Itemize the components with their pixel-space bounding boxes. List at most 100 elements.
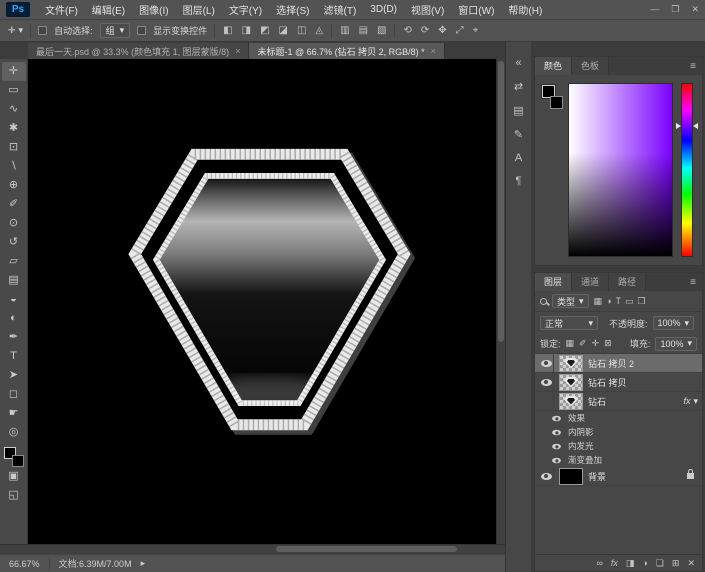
link-layers-icon[interactable]: ∞: [596, 558, 602, 568]
lock-all-icon[interactable]: ⊠: [604, 338, 612, 349]
align-left-icon[interactable]: ◧: [222, 25, 233, 36]
dock-character-panel-icon[interactable]: A: [515, 152, 522, 164]
effect-name[interactable]: 内发光: [568, 440, 594, 452]
effect-name[interactable]: 渐变叠加: [568, 454, 602, 466]
marquee-tool[interactable]: ▭: [2, 81, 26, 100]
eyedropper-tool[interactable]: ∖: [2, 157, 26, 176]
visibility-toggle[interactable]: [539, 373, 554, 391]
tab-layers[interactable]: 图层: [535, 273, 572, 291]
distribute-v-icon[interactable]: ▤: [358, 25, 369, 36]
lock-transparency-icon[interactable]: ▦: [566, 338, 575, 349]
menu-view[interactable]: 视图(V): [404, 2, 451, 17]
crop-tool[interactable]: ⊡: [2, 138, 26, 157]
lock-pixels-icon[interactable]: ✐: [579, 338, 587, 349]
move-tool[interactable]: ✛: [2, 62, 26, 81]
vertical-scrollbar-thumb[interactable]: [498, 61, 504, 342]
3d-rotate-icon[interactable]: ⟲: [402, 25, 412, 36]
brush-tool[interactable]: ✐: [2, 195, 26, 214]
hue-slider-right-arrow[interactable]: [693, 123, 698, 129]
visibility-toggle[interactable]: [549, 425, 563, 439]
align-center-h-icon[interactable]: ◨: [241, 25, 252, 36]
layer-style-badge[interactable]: fx ▾: [683, 396, 698, 407]
3d-drag-icon[interactable]: ✥: [437, 25, 447, 36]
layer-name[interactable]: 背景: [588, 470, 682, 483]
hue-ramp[interactable]: [679, 83, 695, 257]
menu-type[interactable]: 文字(Y): [222, 2, 269, 17]
effect-name[interactable]: 内阴影: [568, 426, 594, 438]
tab-color[interactable]: 颜色: [535, 57, 572, 75]
layer-name[interactable]: 钻石: [588, 395, 678, 408]
hue-slider-left-arrow[interactable]: [676, 123, 681, 129]
layer-row-diamond[interactable]: 钻石 fx ▾: [535, 392, 702, 411]
vertical-scrollbar[interactable]: [496, 59, 505, 544]
dock-history-icon[interactable]: ⇄: [514, 80, 523, 93]
tab-swatches[interactable]: 色板: [572, 57, 609, 75]
align-top-icon[interactable]: ◪: [278, 25, 289, 36]
background-color-swatch[interactable]: [550, 96, 563, 109]
filter-smart-object-icon[interactable]: ❒: [638, 296, 646, 307]
rectangle-tool[interactable]: ◻: [2, 385, 26, 404]
path-selection-tool[interactable]: ➤: [2, 366, 26, 385]
quick-selection-tool[interactable]: ✱: [2, 119, 26, 138]
status-flyout-icon[interactable]: ▸: [141, 558, 146, 569]
new-layer-icon[interactable]: ⊞: [672, 558, 680, 569]
panel-menu-icon[interactable]: ≡: [684, 277, 702, 291]
tab-paths[interactable]: 路径: [609, 273, 646, 291]
blend-mode-dropdown[interactable]: 正常 ▾: [540, 316, 598, 330]
layer-style-icon[interactable]: fx: [611, 558, 618, 568]
hue-gradient-bar[interactable]: [681, 83, 693, 257]
align-center-v-icon[interactable]: ◫: [296, 25, 307, 36]
menu-edit[interactable]: 编辑(E): [85, 2, 132, 17]
layer-name[interactable]: 钻石 拷贝 2: [588, 357, 698, 370]
horizontal-scrollbar-track[interactable]: [28, 545, 505, 554]
dock-properties-icon[interactable]: ▤: [513, 104, 523, 117]
close-tab-icon[interactable]: ×: [431, 46, 436, 56]
healing-brush-tool[interactable]: ⊕: [2, 176, 26, 195]
filter-pixel-icon[interactable]: ▦: [594, 296, 603, 307]
tab-channels[interactable]: 通道: [572, 273, 609, 291]
menu-select[interactable]: 选择(S): [269, 2, 316, 17]
horizontal-scrollbar[interactable]: [0, 544, 505, 554]
layer-thumbnail[interactable]: [559, 393, 583, 410]
close-tab-icon[interactable]: ×: [235, 46, 240, 56]
auto-select-checkbox[interactable]: [38, 26, 47, 35]
align-bottom-icon[interactable]: ◬: [314, 25, 324, 36]
canvas[interactable]: [28, 59, 496, 544]
lock-position-icon[interactable]: ✛: [592, 338, 600, 349]
background-color-swatch[interactable]: [12, 455, 24, 467]
effects-header-row[interactable]: 效果: [535, 411, 702, 425]
visibility-toggle[interactable]: [549, 411, 563, 425]
new-group-icon[interactable]: ❏: [656, 558, 664, 569]
screen-mode-button[interactable]: ◱: [2, 486, 26, 505]
visibility-toggle[interactable]: [549, 439, 563, 453]
effect-inner-shadow-row[interactable]: 内阴影: [535, 425, 702, 439]
filter-adjustment-icon[interactable]: ◑: [606, 296, 611, 307]
adjustment-layer-icon[interactable]: ◑: [642, 558, 647, 568]
3d-scale-icon[interactable]: ⌖: [472, 25, 480, 36]
visibility-toggle[interactable]: [539, 467, 554, 485]
3d-slide-icon[interactable]: ⤢: [455, 25, 465, 36]
menu-layer[interactable]: 图层(L): [176, 2, 222, 17]
document-tab-active[interactable]: 未标题-1 @ 66.7% (钻石 拷贝 2, RGB/8) * ×: [249, 43, 444, 59]
dock-brush-icon[interactable]: ✎: [514, 128, 523, 141]
zoom-tool[interactable]: ◎: [2, 423, 26, 442]
visibility-toggle[interactable]: [539, 392, 554, 410]
pen-tool[interactable]: ✒: [2, 328, 26, 347]
add-layer-mask-icon[interactable]: ◨: [626, 558, 635, 569]
clone-stamp-tool[interactable]: ⊙: [2, 214, 26, 233]
horizontal-scrollbar-thumb[interactable]: [276, 546, 457, 552]
filter-shape-icon[interactable]: ▭: [625, 296, 634, 307]
collapse-dock-icon[interactable]: «: [515, 57, 521, 69]
visibility-toggle[interactable]: [549, 453, 563, 467]
menu-window[interactable]: 窗口(W): [451, 2, 501, 17]
zoom-level[interactable]: 66.67%: [9, 559, 40, 569]
menu-help[interactable]: 帮助(H): [501, 2, 549, 17]
type-tool[interactable]: T: [2, 347, 26, 366]
effect-gradient-overlay-row[interactable]: 渐变叠加: [535, 453, 702, 467]
layer-thumbnail[interactable]: [559, 468, 583, 485]
hand-tool[interactable]: ☛: [2, 404, 26, 423]
menu-file[interactable]: 文件(F): [38, 2, 85, 17]
lasso-tool[interactable]: ∿: [2, 100, 26, 119]
visibility-toggle[interactable]: [539, 354, 554, 372]
delete-layer-icon[interactable]: ✕: [687, 558, 695, 569]
